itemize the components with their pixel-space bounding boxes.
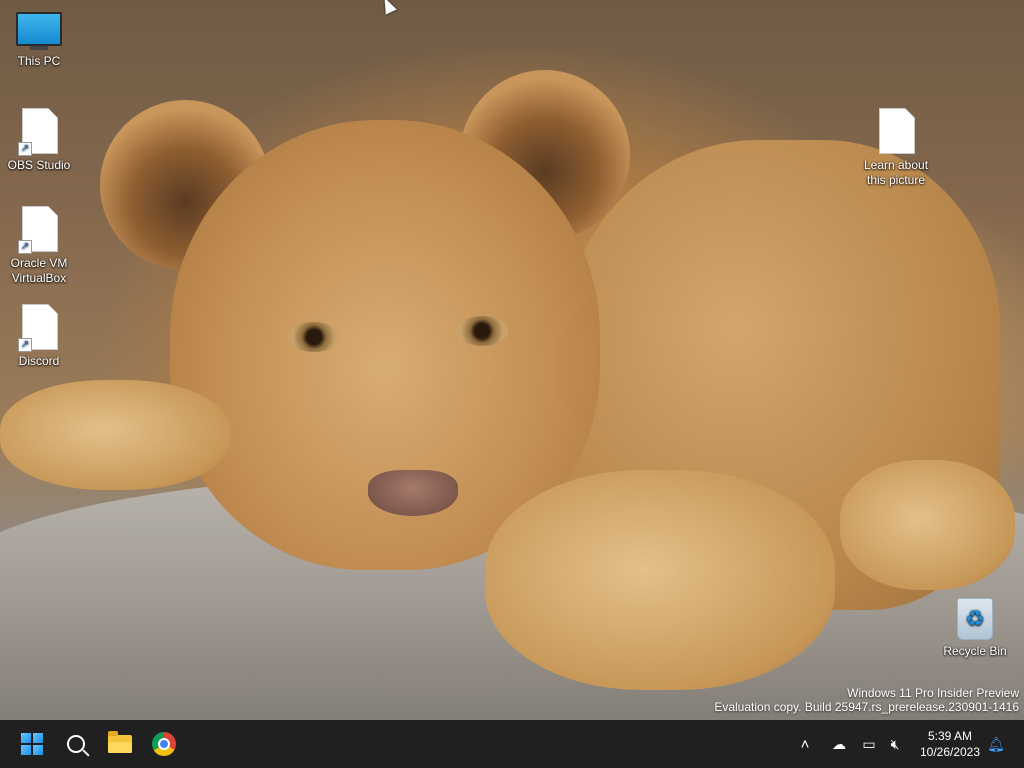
clock-time: 5:39 AM <box>927 729 973 743</box>
taskbar: ˄ ☁ ▭ 🔇︎ 5:39 AM 10/26/2023 🔔︎ <box>0 720 1024 768</box>
chrome-button[interactable] <box>144 724 184 764</box>
file-shortcut-icon: ↗ <box>18 304 58 352</box>
clock[interactable]: 5:39 AM 10/26/2023 <box>912 728 988 760</box>
desktop-icon-label: This PC <box>17 54 61 68</box>
onedrive-tray-button[interactable]: ☁ <box>826 720 852 768</box>
desktop-icon-this-pc[interactable]: This PC <box>1 12 77 69</box>
desktop-icon-label: Recycle Bin <box>943 644 1007 658</box>
wallpaper-eye-left <box>288 322 340 352</box>
chevron-up-icon: ˄ <box>800 735 810 753</box>
show-hidden-icons-button[interactable]: ˄ <box>794 720 816 768</box>
file-icon <box>879 108 915 154</box>
desktop-icon-obs-studio[interactable]: ↗ OBS Studio <box>1 108 77 173</box>
clock-date: 10/26/2023 <box>919 745 981 759</box>
desktop-icon-label: OBS Studio <box>7 158 71 172</box>
folder-icon <box>108 731 132 753</box>
file-explorer-button[interactable] <box>100 724 140 764</box>
notifications-button[interactable]: 🔔︎ <box>984 720 1008 768</box>
bell-icon: 🔔︎ <box>987 735 1005 752</box>
desktop-icon-virtualbox[interactable]: ↗ Oracle VM VirtualBox <box>1 206 77 286</box>
volume-tray-button[interactable]: 🔇︎ <box>884 720 906 768</box>
windows-start-icon <box>21 733 43 755</box>
search-button[interactable] <box>56 724 96 764</box>
desktop-icon-label: Discord <box>18 354 60 368</box>
file-shortcut-icon: ↗ <box>18 108 58 156</box>
network-tray-button[interactable]: ▭ <box>858 720 880 768</box>
wallpaper-paw-right <box>840 460 1015 590</box>
watermark-line2: Evaluation copy. Build 25947.rs_prerelea… <box>714 700 1019 714</box>
chrome-icon <box>152 732 176 756</box>
desktop[interactable]: This PC ↗ OBS Studio ↗ Oracle VM Virtual… <box>0 0 1024 720</box>
wallpaper-nose <box>368 470 458 516</box>
file-shortcut-icon: ↗ <box>18 206 58 254</box>
watermark-line1: Windows 11 Pro Insider Preview <box>847 686 1019 700</box>
mouse-cursor-icon <box>379 0 397 15</box>
search-icon <box>67 735 85 753</box>
start-button[interactable] <box>12 724 52 764</box>
windows-watermark: Windows 11 Pro Insider Preview Evaluatio… <box>714 686 1019 714</box>
onedrive-icon: ☁ <box>832 735 846 752</box>
desktop-icon-discord[interactable]: ↗ Discord <box>1 304 77 369</box>
wallpaper-paw-front <box>485 470 835 690</box>
desktop-icon-label: Learn about this picture <box>863 158 929 187</box>
desktop-icon-label: Oracle VM VirtualBox <box>10 256 68 285</box>
wallpaper-eye-right <box>456 316 508 346</box>
network-icon: ▭ <box>862 735 876 752</box>
desktop-icon-recycle-bin[interactable]: ♻ Recycle Bin <box>937 598 1013 659</box>
recycle-bin-icon: ♻ <box>937 598 1013 640</box>
desktop-icon-learn-about-picture[interactable]: Learn about this picture <box>858 108 934 188</box>
wallpaper-paw-left <box>0 380 230 490</box>
this-pc-icon <box>1 12 77 50</box>
volume-muted-icon: 🔇︎ <box>890 735 900 752</box>
